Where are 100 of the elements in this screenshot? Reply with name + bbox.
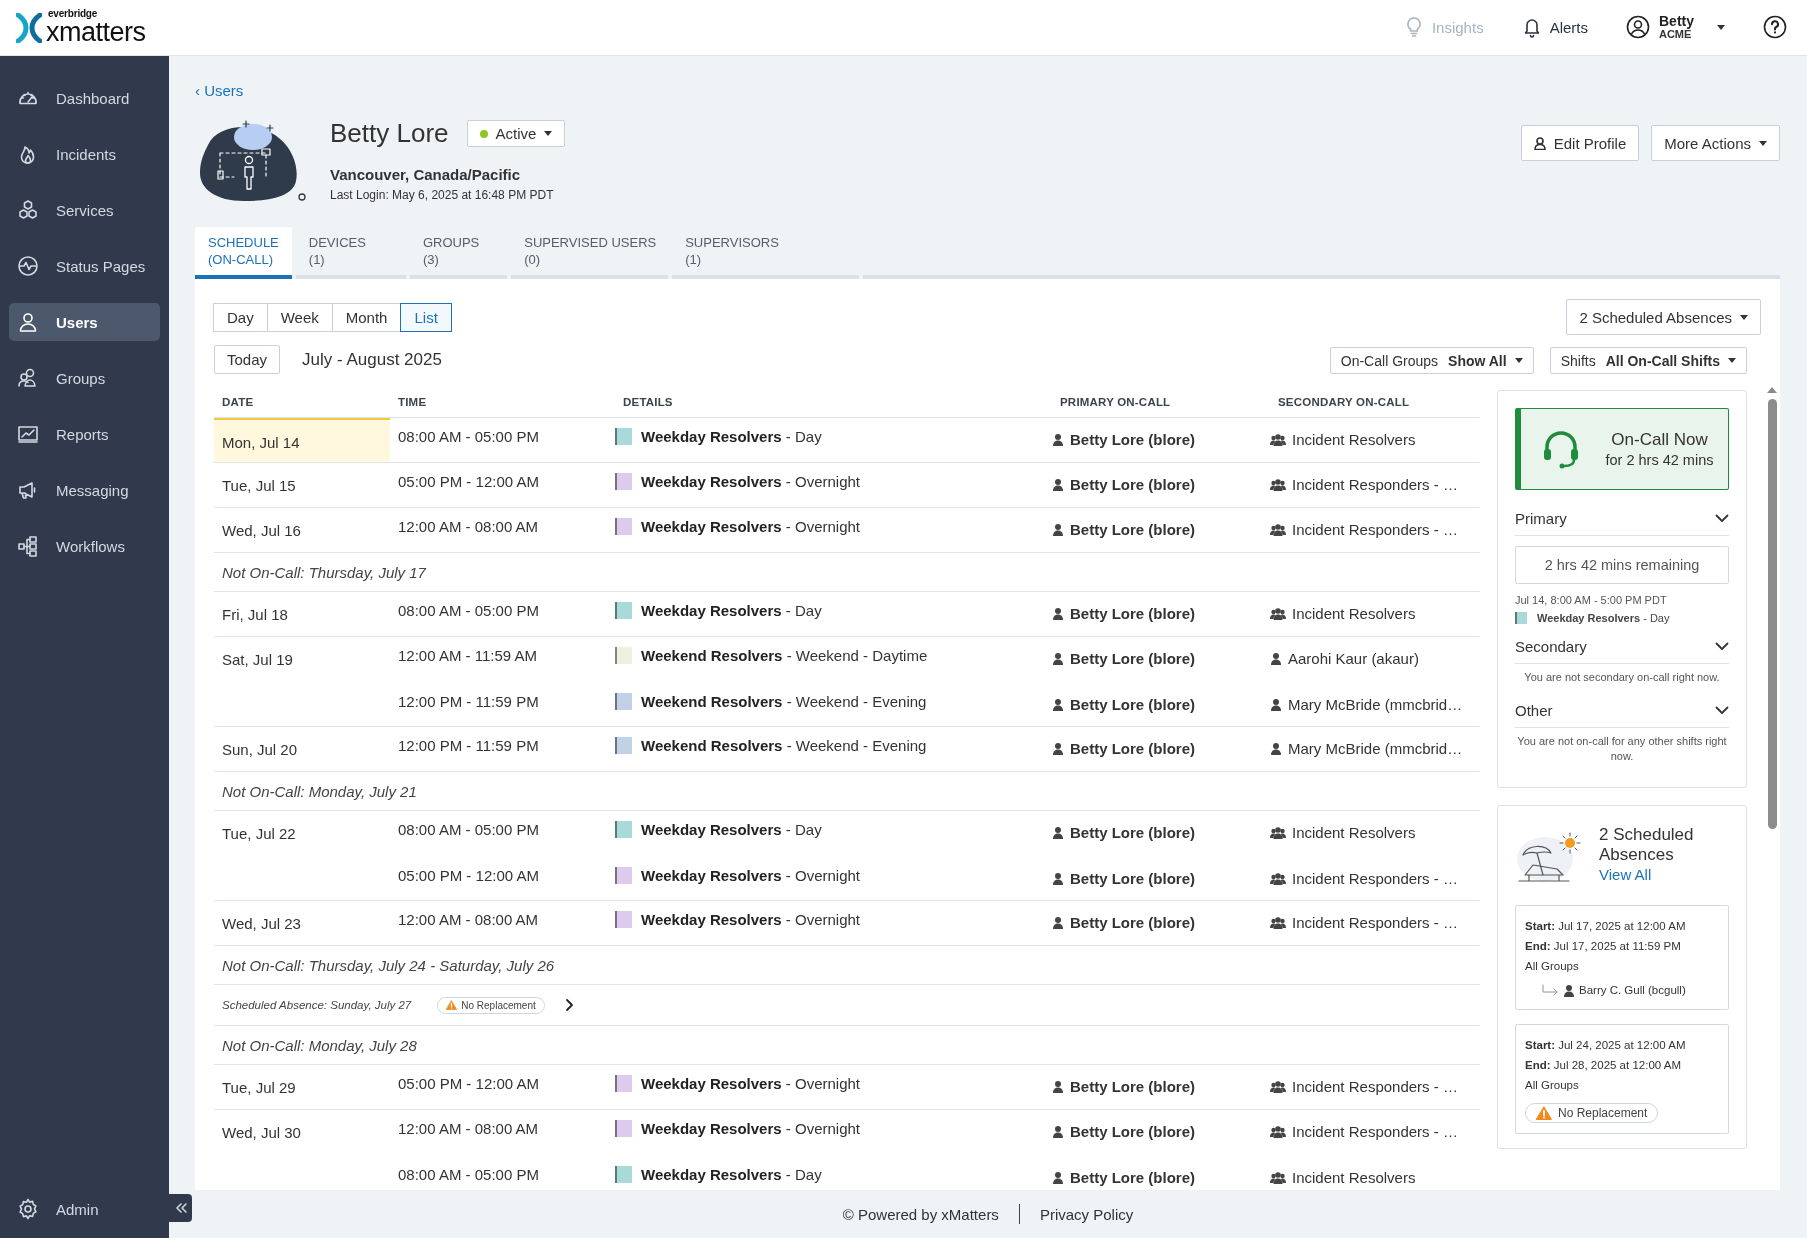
primary-on-call: Betty Lore (blore): [1070, 605, 1195, 622]
corner-arrow-icon: [1541, 984, 1559, 997]
filter-dropdown[interactable]: On-Call Groups Show All: [1329, 347, 1534, 374]
caret-icon: [1740, 314, 1748, 320]
remaining-time-field: 2 hrs 42 mins remaining: [1515, 546, 1729, 584]
primary-on-call: Betty Lore (blore): [1070, 650, 1195, 667]
shift-details: Weekday Resolvers - Overnight: [641, 867, 860, 884]
time-cell-text: 12:00 AM - 08:00 AM: [397, 911, 540, 928]
logo-wordmark: xmatters: [46, 19, 146, 46]
no-replacement-badge: No Replacement: [1525, 1102, 1659, 1123]
privacy-policy-link[interactable]: Privacy Policy: [1039, 1205, 1134, 1223]
nav-link[interactable]: Alerts: [1521, 16, 1588, 39]
help-icon[interactable]: [1763, 15, 1787, 40]
person-icon: [1052, 652, 1064, 665]
sidebar-item[interactable]: Users: [9, 303, 160, 341]
date-cell-text: Wed, Jul 16: [221, 521, 302, 541]
chart-icon: [17, 423, 39, 445]
view-toggle-button[interactable]: Month: [331, 302, 402, 332]
person-icon: [1052, 872, 1064, 885]
primary-on-call: Betty Lore (blore): [1070, 521, 1195, 538]
section-toggle[interactable]: Primary: [1515, 502, 1729, 536]
date-cell-text: Wed, Jul 23: [221, 914, 302, 934]
caret-icon: [544, 131, 553, 136]
caret-icon: [1514, 358, 1523, 363]
shift-details: Weekend Resolvers - Weekend - Daytime: [641, 647, 928, 664]
time-cell-text: 12:00 AM - 08:00 AM: [397, 1120, 540, 1137]
filter-dropdown[interactable]: Shifts All On-Call Shifts: [1549, 347, 1747, 374]
headset-icon: [1541, 429, 1581, 469]
time-cell-text: 12:00 AM - 08:00 AM: [397, 518, 540, 535]
view-toggle-button[interactable]: Week: [266, 302, 333, 332]
breadcrumb-link[interactable]: ‹ Users: [195, 82, 244, 99]
primary-on-call: Betty Lore (blore): [1070, 870, 1195, 887]
user-avatar-icon: [1626, 15, 1650, 40]
caret-icon: [1759, 140, 1767, 146]
secondary-on-call: Mary McBride (mmcbrid…: [1288, 740, 1463, 757]
user-location: Vancouver, Canada/Pacific: [330, 166, 522, 183]
person-icon: [1052, 523, 1064, 536]
sidebar-item[interactable]: Services: [9, 191, 160, 229]
date-range: July - August 2025: [302, 349, 442, 370]
double-chevron-icon: [174, 1202, 187, 1214]
view-all-link[interactable]: View All: [1599, 864, 1729, 885]
user-icon: [17, 311, 39, 333]
section-toggle[interactable]: Other: [1515, 694, 1729, 729]
absences-dropdown[interactable]: 2 Scheduled Absences: [1566, 299, 1761, 335]
person-icon: [1052, 742, 1064, 755]
secondary-group: Incident Resolvers: [1292, 824, 1416, 841]
time-cell-text: 05:00 PM - 12:00 AM: [397, 867, 540, 884]
sidebar-item[interactable]: Reports: [9, 415, 160, 453]
status-dropdown[interactable]: Active: [466, 120, 566, 147]
view-toggle-button[interactable]: Day: [213, 302, 268, 332]
secondary-group: Incident Responders - …: [1292, 521, 1458, 538]
view-toggle-button[interactable]: List: [400, 302, 452, 332]
status-message: You are not secondary on-call right now.: [1523, 670, 1721, 685]
last-login: Last Login: May 6, 2025 at 16:48 PM PDT: [330, 188, 555, 202]
person-icon: [1563, 983, 1575, 997]
logo-tagline: everbridge: [48, 9, 99, 19]
on-call-duration: for 2 hrs 42 mins: [1605, 452, 1714, 468]
sidebar-item[interactable]: Workflows: [9, 527, 160, 565]
absence-groups: All Groups: [1525, 1074, 1719, 1095]
sidebar-item[interactable]: Messaging: [9, 471, 160, 509]
more-actions-button[interactable]: More Actions: [1651, 125, 1780, 161]
time-cell-text: 12:00 AM - 11:59 AM: [397, 647, 538, 664]
chevron-down-icon: [1715, 706, 1729, 716]
shift-details: Weekday Resolvers - Day: [641, 602, 822, 619]
sidebar-item[interactable]: Dashboard: [9, 79, 160, 117]
absence-start: Start: Jul 17, 2025 at 12:00 AM: [1525, 918, 1687, 934]
sidebar-item[interactable]: Groups: [9, 359, 160, 397]
absence-groups: All Groups: [1525, 955, 1719, 976]
x-logo-icon: [16, 12, 42, 43]
date-cell-text: Fri, Jul 18: [221, 605, 289, 625]
shift-details: Weekday Resolvers - Overnight: [641, 911, 860, 928]
user-name: Betty Lore: [330, 118, 449, 149]
shift-details: Weekday Resolvers - Day: [641, 1166, 822, 1183]
time-cell-text: 08:00 AM - 05:00 PM: [397, 1166, 540, 1183]
primary-on-call: Betty Lore (blore): [1070, 476, 1195, 493]
collapse-button[interactable]: [169, 1194, 192, 1222]
time-cell-text: 08:00 AM - 05:00 PM: [397, 428, 540, 445]
column-header: SECONDARY ON-CALL: [1277, 396, 1411, 410]
chevron-right-icon[interactable]: [564, 998, 575, 1012]
today-button[interactable]: Today: [214, 345, 281, 374]
sidebar-item[interactable]: Incidents: [9, 135, 160, 173]
shift-details: Weekday Resolvers - Overnight: [641, 1120, 860, 1137]
time-cell-text: 08:00 AM - 05:00 PM: [397, 602, 540, 619]
tab[interactable]: SCHEDULE (ON-CALL): [195, 227, 292, 279]
absences-title: 2 Scheduled Absences: [1599, 824, 1695, 865]
person-icon: [1052, 478, 1064, 491]
sidebar-item[interactable]: Status Pages: [9, 247, 160, 285]
caret-icon: [1717, 25, 1725, 30]
user-name: Betty: [1659, 14, 1694, 30]
absence-note: Scheduled Absence: Sunday, July 27: [222, 999, 412, 1011]
secondary-on-call: Mary McBride (mmcbrid…: [1288, 696, 1463, 713]
shift-details: Weekday Resolvers - Day: [641, 428, 822, 445]
not-on-call-note: Not On-Call: Monday, July 28: [214, 1026, 1480, 1065]
user-menu[interactable]: Betty ACME: [1626, 14, 1725, 41]
absence-start: Start: Jul 24, 2025 at 12:00 AM: [1525, 1037, 1687, 1053]
section-toggle[interactable]: Secondary: [1515, 630, 1729, 664]
person-icon: [1052, 433, 1064, 446]
date-cell-text: Sun, Jul 20: [221, 740, 299, 760]
sidebar-item[interactable]: Admin: [9, 1190, 160, 1228]
edit-profile-button[interactable]: Edit Profile: [1520, 125, 1640, 161]
